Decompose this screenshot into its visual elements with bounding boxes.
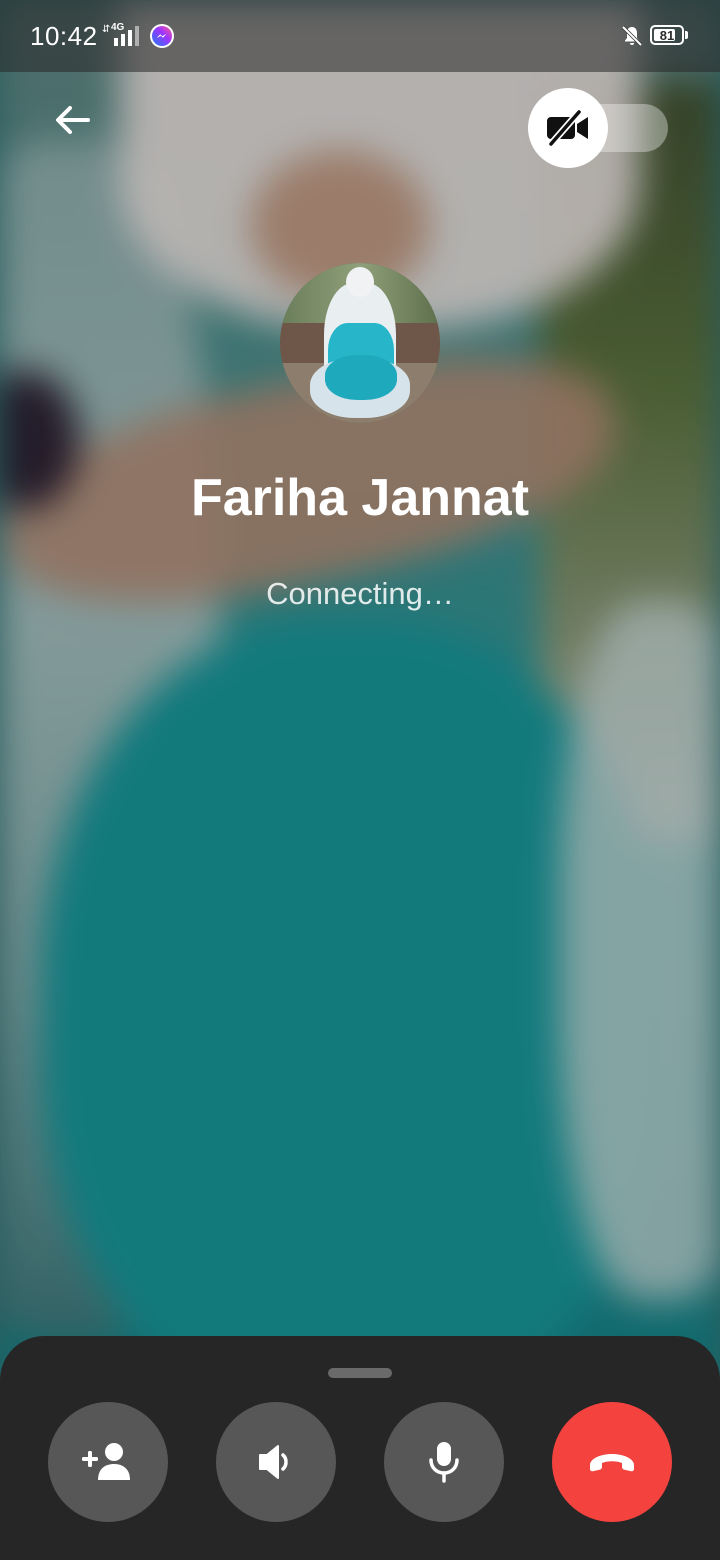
messenger-icon — [150, 24, 174, 48]
video-toggle[interactable] — [528, 88, 668, 168]
end-call-icon — [590, 1454, 634, 1472]
video-off-icon — [547, 108, 588, 148]
status-bar: 10:42 ⇵ 4G 81 — [0, 0, 720, 72]
speaker-button[interactable] — [216, 1402, 336, 1522]
end-call-button[interactable] — [552, 1402, 672, 1522]
call-screen: 10:42 ⇵ 4G 81 Fariha Jannat Connecting… — [0, 0, 720, 1560]
battery-indicator: 81 — [650, 25, 684, 45]
mute-button[interactable] — [384, 1402, 504, 1522]
contact-avatar — [280, 263, 440, 423]
add-person-icon — [82, 1443, 130, 1480]
call-status: Connecting… — [266, 576, 454, 611]
sheet-drag-handle[interactable] — [328, 1368, 392, 1378]
battery-tip — [685, 31, 688, 39]
back-button[interactable] — [42, 90, 102, 150]
speaker-icon — [259, 1445, 288, 1479]
microphone-icon — [429, 1442, 459, 1483]
arrow-left-icon — [56, 106, 90, 134]
contact-name: Fariha Jannat — [190, 469, 530, 527]
add-participant-button[interactable] — [48, 1402, 168, 1522]
bell-off-icon — [620, 24, 644, 48]
status-time: 10:42 — [30, 21, 98, 51]
background-dim — [0, 0, 720, 1560]
battery-level: 81 — [659, 27, 675, 43]
video-toggle-knob — [528, 88, 608, 168]
call-controls-sheet — [0, 1336, 720, 1560]
